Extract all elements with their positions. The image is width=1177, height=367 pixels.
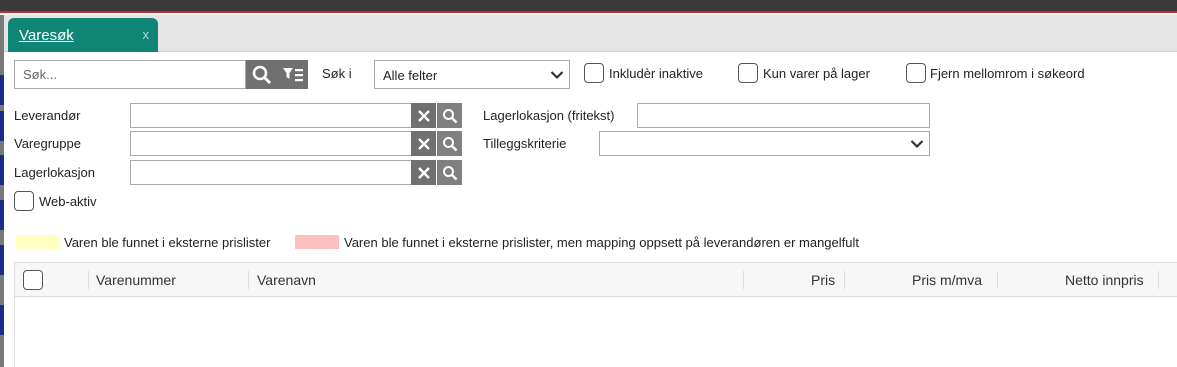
item-group-clear-button[interactable] (411, 131, 436, 156)
stock-location-clear-button[interactable] (411, 160, 436, 185)
column-netto-innpris[interactable]: Netto innpris (1065, 272, 1144, 288)
web-active-checkbox[interactable] (14, 191, 34, 211)
search-in-label: Søk i (322, 66, 352, 81)
include-inactive-label: Inkludèr inaktive (609, 66, 703, 81)
filter-list-icon (283, 67, 303, 81)
legend-yellow-swatch (16, 235, 60, 249)
legend-yellow-text: Varen ble funnet i eksterne prislister (64, 235, 271, 250)
stock-location-free-label: Lagerlokasjon (fritekst) (483, 108, 615, 123)
search-button[interactable] (246, 60, 278, 89)
close-icon (417, 109, 430, 122)
search-icon (442, 108, 457, 123)
supplier-search-button[interactable] (437, 103, 462, 128)
item-group-search-button[interactable] (437, 131, 462, 156)
search-icon (252, 65, 272, 84)
search-icon (442, 136, 457, 151)
search-icon (442, 165, 457, 180)
supplier-label: Leverandør (14, 108, 81, 123)
only-in-stock-label: Kun varer på lager (763, 66, 870, 81)
search-panel: Søk i Alle felter Inkludèr inaktive Kun … (4, 52, 1177, 367)
tab-label[interactable]: Varesøk (19, 27, 74, 44)
select-all-checkbox[interactable] (23, 270, 43, 290)
extra-criteria-label: Tilleggskriterie (483, 136, 567, 151)
column-varenavn[interactable]: Varenavn (257, 272, 316, 288)
chevron-down-icon (910, 140, 924, 149)
chevron-down-icon (550, 71, 564, 80)
supplier-field[interactable] (130, 103, 412, 128)
search-input[interactable] (14, 60, 246, 89)
tab-strip: Varesøk x (4, 15, 1177, 52)
web-active-label: Web-aktiv (39, 194, 97, 209)
only-in-stock-checkbox[interactable] (738, 63, 758, 83)
column-pris-mva[interactable]: Pris m/mva (912, 272, 982, 288)
advanced-filter-button[interactable] (278, 60, 308, 89)
column-varenummer[interactable]: Varenummer (96, 272, 176, 288)
results-grid: Varenummer Varenavn Pris Pris m/mva Nett… (14, 262, 1177, 367)
remove-spaces-checkbox[interactable] (906, 63, 926, 83)
search-in-value: Alle felter (383, 68, 438, 83)
grid-header: Varenummer Varenavn Pris Pris m/mva Nett… (15, 263, 1177, 297)
extra-criteria-select[interactable] (599, 131, 930, 156)
include-inactive-checkbox[interactable] (584, 63, 604, 83)
tab-varesok[interactable]: Varesøk x (8, 18, 158, 52)
legend-red-text: Varen ble funnet i eksterne prislister, … (344, 235, 859, 250)
close-icon (417, 137, 430, 150)
stock-location-free-field[interactable] (637, 103, 930, 128)
search-in-select[interactable]: Alle felter (374, 60, 570, 89)
supplier-clear-button[interactable] (411, 103, 436, 128)
app-top-bar (0, 0, 1177, 13)
column-pris[interactable]: Pris (811, 272, 835, 288)
stock-location-search-button[interactable] (437, 160, 462, 185)
stock-location-field[interactable] (130, 160, 412, 185)
item-group-label: Varegruppe (14, 136, 81, 151)
legend-red-swatch (295, 235, 339, 249)
stock-location-label: Lagerlokasjon (14, 165, 95, 180)
remove-spaces-label: Fjern mellomrom i søkeord (930, 66, 1085, 81)
close-icon (417, 166, 430, 179)
tab-close-icon[interactable]: x (143, 27, 150, 42)
item-group-field[interactable] (130, 131, 412, 156)
